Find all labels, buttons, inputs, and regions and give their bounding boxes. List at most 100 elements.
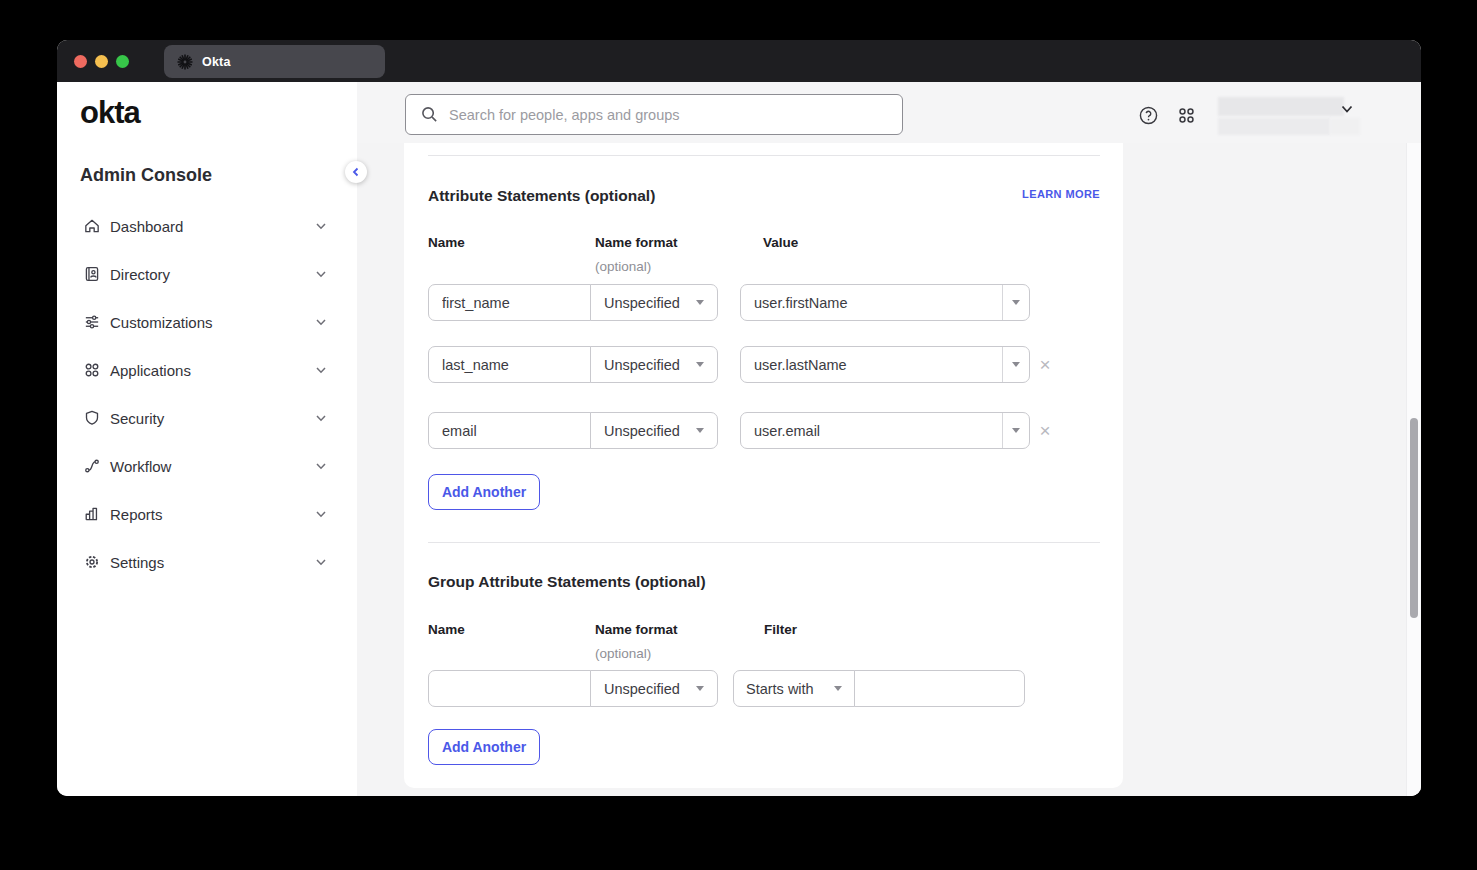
- minimize-window-button[interactable]: [95, 55, 108, 68]
- remove-row-button[interactable]: ×: [1036, 422, 1054, 440]
- user-account-redacted: [1218, 118, 1330, 135]
- column-header-name-format: Name format: [595, 622, 678, 637]
- dropdown-arrow-icon: [696, 686, 704, 691]
- combobox-arrow-button[interactable]: [1002, 413, 1029, 448]
- sidebar-item-dashboard[interactable]: Dashboard: [57, 202, 357, 250]
- user-account-redacted: [1330, 118, 1360, 135]
- attr-name-input[interactable]: [428, 346, 591, 383]
- app-switcher-icon[interactable]: [1177, 106, 1196, 125]
- sidebar-item-label: Workflow: [110, 458, 171, 475]
- column-header-name: Name: [428, 235, 465, 250]
- applications-icon: [83, 361, 101, 379]
- chevron-down-icon: [315, 220, 327, 232]
- dropdown-arrow-icon: [1012, 428, 1020, 433]
- group-attr-name-input[interactable]: [428, 670, 591, 707]
- chevron-down-icon: [315, 316, 327, 328]
- shield-icon: [83, 409, 101, 427]
- column-header-value: Value: [763, 235, 798, 250]
- dropdown-arrow-icon: [834, 686, 842, 691]
- divider: [428, 155, 1100, 156]
- sidebar-item-label: Dashboard: [110, 218, 183, 235]
- chevron-down-icon: [315, 412, 327, 424]
- sidebar-item-label: Security: [110, 410, 164, 427]
- add-another-group-button[interactable]: Add Another: [428, 729, 540, 765]
- sidebar-item-label: Applications: [110, 362, 191, 379]
- directory-icon: [83, 265, 101, 283]
- sidebar-item-workflow[interactable]: Workflow: [57, 442, 357, 490]
- sidebar-item-directory[interactable]: Directory: [57, 250, 357, 298]
- sidebar-collapse-button[interactable]: [345, 161, 367, 183]
- column-note-optional: (optional): [595, 646, 651, 661]
- browser-tab[interactable]: Okta: [164, 45, 385, 78]
- attr-value-combobox[interactable]: user.firstName: [740, 284, 1030, 321]
- attr-name-input[interactable]: [428, 284, 591, 321]
- column-header-name: Name: [428, 622, 465, 637]
- sidebar-item-security[interactable]: Security: [57, 394, 357, 442]
- sidebar-nav: Dashboard Directory Customizations Applicat…: [57, 202, 357, 586]
- scrollbar-thumb[interactable]: [1410, 418, 1418, 618]
- select-value: Unspecified: [604, 681, 680, 697]
- add-another-button[interactable]: Add Another: [428, 474, 540, 510]
- workflow-icon: [83, 457, 101, 475]
- dropdown-arrow-icon: [1012, 300, 1020, 305]
- combobox-arrow-button[interactable]: [1002, 285, 1029, 320]
- attr-value-combobox[interactable]: user.email: [740, 412, 1030, 449]
- home-icon: [83, 217, 101, 235]
- attr-name-format-select[interactable]: Unspecified: [590, 412, 718, 449]
- divider: [428, 542, 1100, 543]
- okta-logo: okta: [80, 95, 140, 131]
- account-menu-chevron-icon[interactable]: [1340, 102, 1354, 116]
- group-filter-value-input[interactable]: [854, 670, 1025, 707]
- close-window-button[interactable]: [74, 55, 87, 68]
- topbar: Search for people, apps and groups: [357, 82, 1421, 143]
- search-input[interactable]: Search for people, apps and groups: [405, 94, 903, 135]
- reports-icon: [83, 505, 101, 523]
- content-area: Attribute Statements (optional) LEARN MO…: [357, 143, 1421, 796]
- search-icon: [421, 106, 438, 123]
- dropdown-arrow-icon: [1012, 362, 1020, 367]
- combobox-value: user.email: [741, 423, 1002, 439]
- combobox-arrow-button[interactable]: [1002, 347, 1029, 382]
- combobox-value: user.firstName: [741, 295, 1002, 311]
- scrollbar-track[interactable]: [1406, 143, 1421, 796]
- group-attr-name-format-select[interactable]: Unspecified: [590, 670, 718, 707]
- sidebar-item-label: Settings: [110, 554, 164, 571]
- select-value: Starts with: [746, 681, 814, 697]
- help-icon[interactable]: [1139, 106, 1158, 125]
- dropdown-arrow-icon: [696, 362, 704, 367]
- form-card: Attribute Statements (optional) LEARN MO…: [404, 143, 1123, 788]
- group-attribute-statements-title: Group Attribute Statements (optional): [428, 573, 706, 591]
- search-placeholder: Search for people, apps and groups: [449, 107, 680, 123]
- chevron-down-icon: [315, 460, 327, 472]
- chevron-down-icon: [315, 508, 327, 520]
- attr-value-combobox[interactable]: user.lastName: [740, 346, 1030, 383]
- tab-title: Okta: [202, 55, 231, 69]
- sidebar-item-label: Customizations: [110, 314, 213, 331]
- attr-name-input[interactable]: [428, 412, 591, 449]
- gear-icon: [83, 553, 101, 571]
- sidebar-item-label: Reports: [110, 506, 163, 523]
- okta-favicon-icon: [177, 54, 193, 70]
- sidebar-item-settings[interactable]: Settings: [57, 538, 357, 586]
- combobox-value: user.lastName: [741, 357, 1002, 373]
- sidebar-item-reports[interactable]: Reports: [57, 490, 357, 538]
- sidebar-item-label: Directory: [110, 266, 170, 283]
- column-note-optional: (optional): [595, 259, 651, 274]
- select-value: Unspecified: [604, 295, 680, 311]
- column-header-name-format: Name format: [595, 235, 678, 250]
- sidebar-item-applications[interactable]: Applications: [57, 346, 357, 394]
- attr-name-format-select[interactable]: Unspecified: [590, 284, 718, 321]
- main-area: Search for people, apps and groups: [357, 82, 1421, 796]
- browser-window: Okta okta Admin Console Dashboard Directo…: [57, 40, 1421, 796]
- learn-more-link[interactable]: LEARN MORE: [1022, 188, 1100, 200]
- group-filter-type-select[interactable]: Starts with: [733, 670, 855, 707]
- customizations-icon: [83, 313, 101, 331]
- remove-row-button[interactable]: ×: [1036, 356, 1054, 374]
- chevron-left-icon: [351, 167, 361, 177]
- admin-console-title: Admin Console: [80, 165, 212, 186]
- attribute-statements-title: Attribute Statements (optional): [428, 187, 655, 205]
- zoom-window-button[interactable]: [116, 55, 129, 68]
- attr-name-format-select[interactable]: Unspecified: [590, 346, 718, 383]
- select-value: Unspecified: [604, 423, 680, 439]
- sidebar-item-customizations[interactable]: Customizations: [57, 298, 357, 346]
